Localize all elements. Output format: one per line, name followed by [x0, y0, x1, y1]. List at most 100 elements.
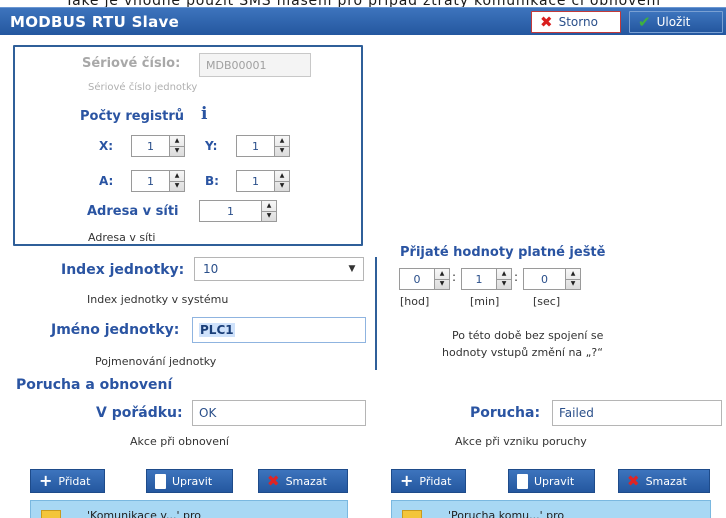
hours-up-icon[interactable]: ▲ [435, 269, 449, 279]
a-label: A: [99, 174, 114, 188]
a-down-icon[interactable]: ▼ [170, 180, 184, 192]
time-separator-2: : [514, 270, 519, 284]
plus-icon: + [39, 471, 53, 490]
unit-index-value: 10 [203, 262, 219, 276]
b-value: 1 [252, 174, 259, 188]
minutes-down-icon[interactable]: ▼ [497, 278, 511, 290]
cancel-label: Storno [558, 15, 598, 29]
right-add-button[interactable]: + Přidat [391, 469, 466, 493]
info-icon[interactable]: i [201, 104, 207, 124]
document-icon [155, 473, 166, 489]
right-edit-label: Upravit [534, 474, 575, 488]
save-label: Uložit [656, 15, 691, 29]
cancel-button[interactable]: ✖ Storno [531, 11, 621, 33]
fail-hint: Akce při vzniku poruchy [455, 435, 587, 448]
b-up-icon[interactable]: ▲ [275, 171, 289, 181]
ok-action-input[interactable]: OK [192, 400, 366, 426]
serial-field: MDB00001 [199, 53, 311, 77]
seconds-up-icon[interactable]: ▲ [566, 269, 580, 279]
y-up-icon[interactable]: ▲ [275, 136, 289, 146]
address-down-icon[interactable]: ▼ [262, 210, 276, 222]
plus-icon: + [400, 471, 414, 490]
x-down-icon[interactable]: ▼ [170, 145, 184, 157]
address-label: Adresa v síti [87, 204, 179, 219]
b-down-icon[interactable]: ▼ [275, 180, 289, 192]
unit-name-hint: Pojmenování jednotky [95, 355, 217, 368]
left-add-button[interactable]: + Přidat [30, 469, 105, 493]
hours-down-icon[interactable]: ▼ [435, 278, 449, 290]
ok-label: V pořádku: [96, 405, 183, 421]
envelope-icon [41, 510, 61, 518]
y-down-icon[interactable]: ▼ [275, 145, 289, 157]
address-value: 1 [227, 204, 234, 218]
address-spinner[interactable]: 1 ▲ ▼ [199, 200, 277, 222]
a-up-icon[interactable]: ▲ [170, 171, 184, 181]
document-icon [517, 473, 528, 489]
unit-name-value: PLC1 [199, 323, 235, 337]
b-label: B: [205, 174, 219, 188]
address-hint: Adresa v síti [88, 231, 156, 244]
right-edit-button[interactable]: Upravit [508, 469, 595, 493]
x-value: 1 [147, 139, 154, 153]
serial-hint: Sériové číslo jednotky [88, 82, 198, 93]
hours-unit: [hod] [400, 295, 430, 308]
unit-name-label: Jméno jednotky: [51, 322, 180, 338]
minutes-up-icon[interactable]: ▲ [497, 269, 511, 279]
minutes-value: 1 [475, 272, 483, 286]
save-button[interactable]: ✔ Uložit [629, 11, 723, 33]
right-add-label: Přidat [419, 474, 452, 488]
x-up-icon[interactable]: ▲ [170, 136, 184, 146]
a-value: 1 [147, 174, 154, 188]
y-value: 1 [252, 139, 259, 153]
ok-action-value: OK [199, 406, 217, 420]
envelope-icon [402, 510, 422, 518]
cross-icon: ✖ [540, 13, 553, 31]
unit-name-input[interactable]: PLC1 [192, 317, 366, 343]
unit-index-label: Index jednotky: [61, 262, 185, 278]
left-edit-button[interactable]: Upravit [146, 469, 233, 493]
minutes-spinner[interactable]: 1 ▲ ▼ [461, 268, 512, 290]
left-delete-button[interactable]: ✖ Smazat [258, 469, 348, 493]
right-list-text: 'Porucha komu...' pro [448, 509, 565, 518]
hours-spinner[interactable]: 0 ▲ ▼ [399, 268, 450, 290]
validity-note-2: hodnoty vstupů změní na „?“ [442, 346, 603, 359]
delete-icon: ✖ [627, 472, 640, 490]
left-edit-label: Upravit [172, 474, 213, 488]
ok-hint: Akce při obnovení [130, 435, 229, 448]
y-label: Y: [205, 139, 218, 153]
fail-label: Porucha: [470, 405, 541, 421]
check-icon: ✔ [638, 13, 651, 31]
right-list-item[interactable]: 'Porucha komu...' pro [391, 500, 711, 518]
minutes-unit: [min] [470, 295, 500, 308]
delete-icon: ✖ [267, 472, 280, 490]
x-label: X: [99, 139, 114, 153]
serial-label: Sériové číslo: [82, 56, 181, 71]
left-list-item[interactable]: 'Komunikace v...' pro [30, 500, 348, 518]
registers-heading: Počty registrů [80, 109, 184, 124]
title-bar: MODBUS RTU Slave ✖ Storno ✔ Uložit [0, 7, 726, 35]
validity-heading: Přijaté hodnoty platné ještě [400, 245, 606, 260]
a-spinner[interactable]: 1 ▲ ▼ [131, 170, 185, 192]
seconds-down-icon[interactable]: ▼ [566, 278, 580, 290]
address-up-icon[interactable]: ▲ [262, 201, 276, 211]
window-title: MODBUS RTU Slave [10, 13, 180, 31]
hours-value: 0 [413, 272, 421, 286]
right-delete-button[interactable]: ✖ Smazat [618, 469, 710, 493]
right-delete-label: Smazat [645, 474, 687, 488]
fault-section-title: Porucha a obnovení [16, 377, 173, 393]
serial-value: MDB00001 [206, 58, 267, 72]
seconds-value: 0 [541, 272, 548, 286]
time-separator-1: : [452, 270, 457, 284]
fail-action-input[interactable]: Failed [552, 400, 722, 426]
seconds-spinner[interactable]: 0 ▲ ▼ [523, 268, 581, 290]
y-spinner[interactable]: 1 ▲ ▼ [236, 135, 290, 157]
seconds-unit: [sec] [533, 295, 561, 308]
left-delete-label: Smazat [285, 474, 327, 488]
b-spinner[interactable]: 1 ▲ ▼ [236, 170, 290, 192]
unit-index-select[interactable]: 10 ▼ [194, 257, 364, 281]
x-spinner[interactable]: 1 ▲ ▼ [131, 135, 185, 157]
left-list-text: 'Komunikace v...' pro [87, 509, 202, 518]
left-add-label: Přidat [58, 474, 91, 488]
column-separator [375, 257, 377, 370]
fail-action-value: Failed [559, 406, 594, 420]
